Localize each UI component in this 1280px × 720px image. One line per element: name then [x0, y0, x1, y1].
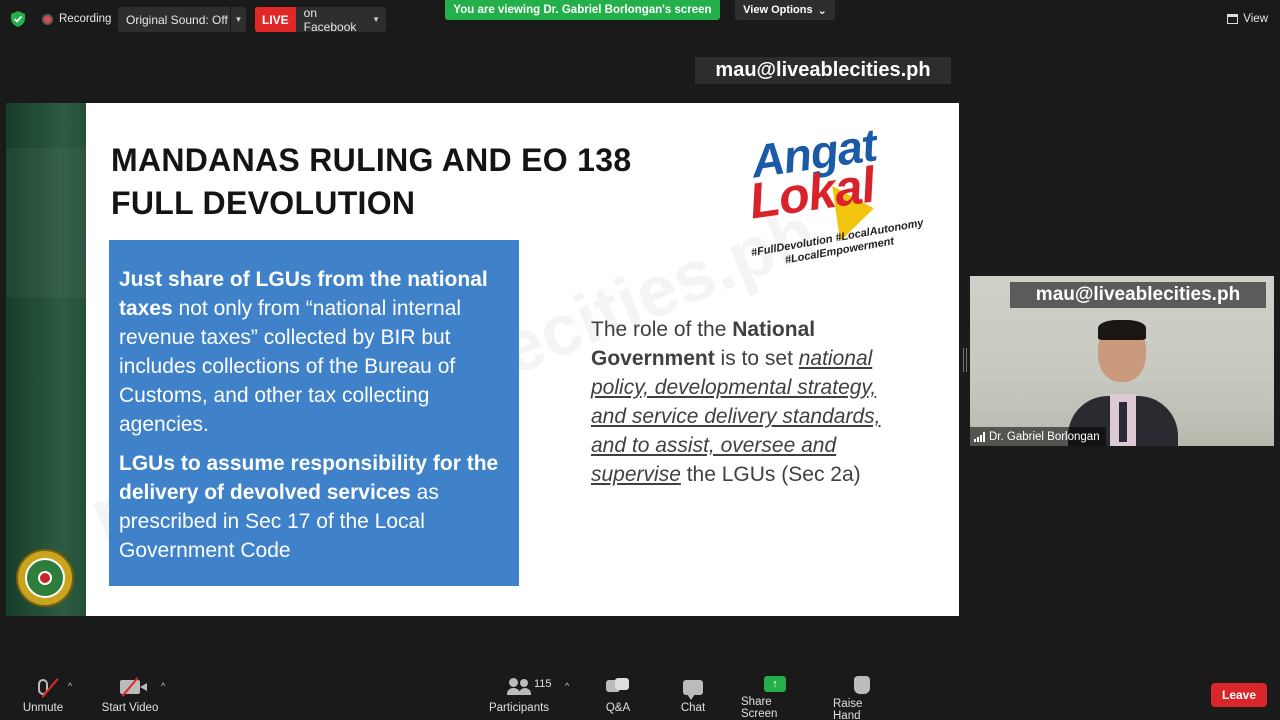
hand-icon: [854, 676, 870, 694]
participant-name-label: Dr. Gabriel Borlongan: [970, 427, 1106, 446]
participants-label: Participants: [488, 702, 550, 714]
chevron-down-icon[interactable]: ▼: [372, 15, 386, 24]
signal-strength-icon: [974, 431, 985, 442]
zoom-meeting-window: Recording Original Sound: Off ▼ LIVE on …: [0, 0, 1280, 720]
resize-handle[interactable]: [963, 348, 967, 372]
live-badge: LIVE: [255, 7, 296, 32]
share-screen-button[interactable]: ↑ Share Screen: [741, 676, 809, 720]
share-screen-icon: ↑: [764, 676, 786, 692]
start-video-label: Start Video: [101, 702, 159, 714]
chevron-down-icon: ⌄: [817, 4, 827, 17]
raise-hand-label: Raise Hand: [833, 698, 863, 720]
live-stream-status[interactable]: LIVE on Facebook ▼: [255, 5, 386, 34]
original-sound-label: Original Sound: Off: [126, 12, 228, 27]
chat-label: Chat: [680, 702, 706, 714]
recording-label: Recording: [59, 13, 112, 25]
leave-button[interactable]: Leave: [1211, 683, 1267, 707]
chat-bubble-icon: [683, 676, 703, 700]
raise-hand-button[interactable]: Raise Hand: [833, 676, 891, 720]
view-label: View: [1243, 13, 1268, 25]
chevron-up-icon[interactable]: ^: [68, 681, 72, 691]
department-seal-logo: [16, 549, 74, 607]
slide-title-line1: MANDANAS RULING AND EO 138: [111, 142, 632, 178]
recording-indicator[interactable]: Recording: [42, 10, 111, 28]
slide-title-line2: FULL DEVOLUTION: [111, 185, 416, 221]
blue-paragraph-1: Just share of LGUs from the national tax…: [119, 268, 488, 436]
blue-paragraph-2: LGUs to assume responsibility for the de…: [119, 452, 499, 562]
national-government-role-text: The role of the National Government is t…: [591, 318, 881, 486]
start-video-button[interactable]: Start Video: [100, 676, 160, 716]
grid-view-icon: [1227, 14, 1239, 24]
share-screen-label: Share Screen: [741, 696, 778, 720]
muted-microphone-icon: [38, 676, 59, 698]
email-overlay: mau@liveablecities.ph: [695, 57, 951, 84]
unmute-button[interactable]: Unmute: [20, 676, 66, 716]
qa-button[interactable]: Q&A: [602, 676, 634, 716]
unmute-label: Unmute: [22, 702, 64, 714]
live-target-label: on Facebook: [303, 5, 357, 34]
shield-icon[interactable]: [11, 11, 25, 27]
viewing-screen-banner: You are viewing Dr. Gabriel Borlongan's …: [445, 0, 720, 20]
chevron-down-icon[interactable]: ▼: [230, 7, 246, 32]
qa-icon: [606, 676, 630, 698]
participants-count: 115: [534, 678, 552, 690]
original-sound-toggle[interactable]: Original Sound: Off ▼: [118, 7, 246, 32]
slide-title: MANDANAS RULING AND EO 138 FULL DEVOLUTI…: [111, 139, 691, 225]
chevron-up-icon[interactable]: ^: [161, 681, 165, 691]
participants-icon: [507, 676, 531, 698]
slide-sidebar-decoration: [6, 103, 86, 616]
angat-lokal-logo: Angat Lokal #FullDevolution #LocalAutono…: [741, 108, 936, 278]
video-off-icon: [120, 676, 147, 698]
record-dot-icon: [42, 13, 53, 25]
shared-screen-slide: mau@liveablecities.ph MANDANAS RULING AN…: [6, 103, 959, 616]
blue-info-box: Just share of LGUs from the national tax…: [109, 240, 519, 586]
participant-video-tile[interactable]: mau@liveablecities.ph Dr. Gabriel Borlon…: [970, 276, 1274, 446]
chat-button[interactable]: Chat: [678, 676, 708, 716]
video-email-overlay: mau@liveablecities.ph: [1010, 282, 1266, 308]
chevron-up-icon[interactable]: ^: [565, 681, 569, 691]
view-button[interactable]: View: [1227, 10, 1268, 28]
view-options-label: View Options: [743, 4, 813, 16]
qa-label: Q&A: [605, 702, 631, 714]
participant-name: Dr. Gabriel Borlongan: [989, 430, 1100, 443]
view-options-button[interactable]: View Options ⌄: [735, 0, 835, 20]
